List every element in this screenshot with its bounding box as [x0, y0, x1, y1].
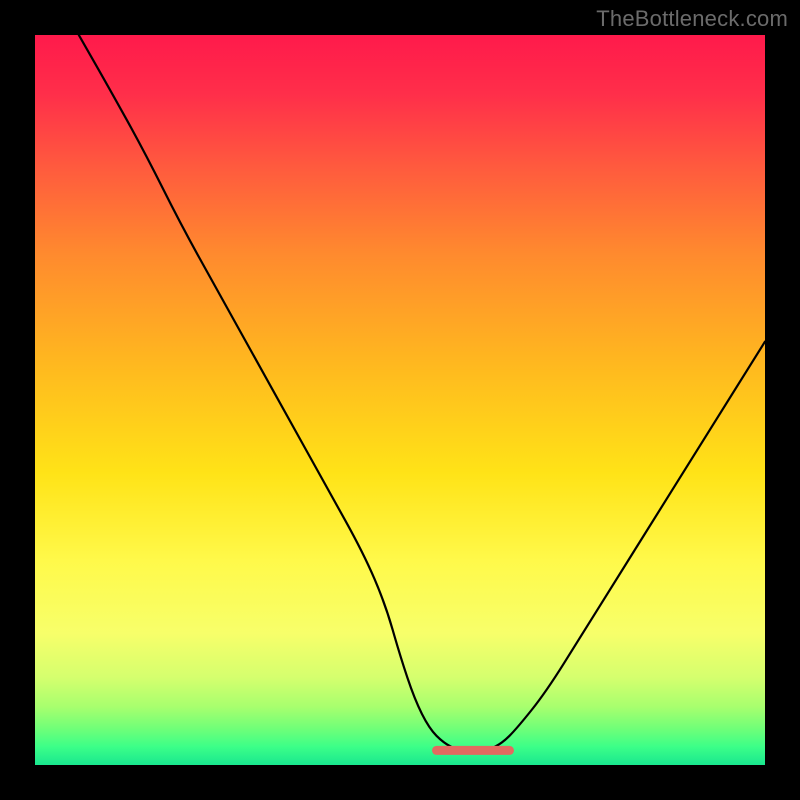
curve-layer — [35, 35, 765, 765]
chart-frame: TheBottleneck.com — [0, 0, 800, 800]
plot-area — [35, 35, 765, 765]
bottleneck-curve — [79, 35, 765, 750]
watermark-text: TheBottleneck.com — [596, 6, 788, 32]
